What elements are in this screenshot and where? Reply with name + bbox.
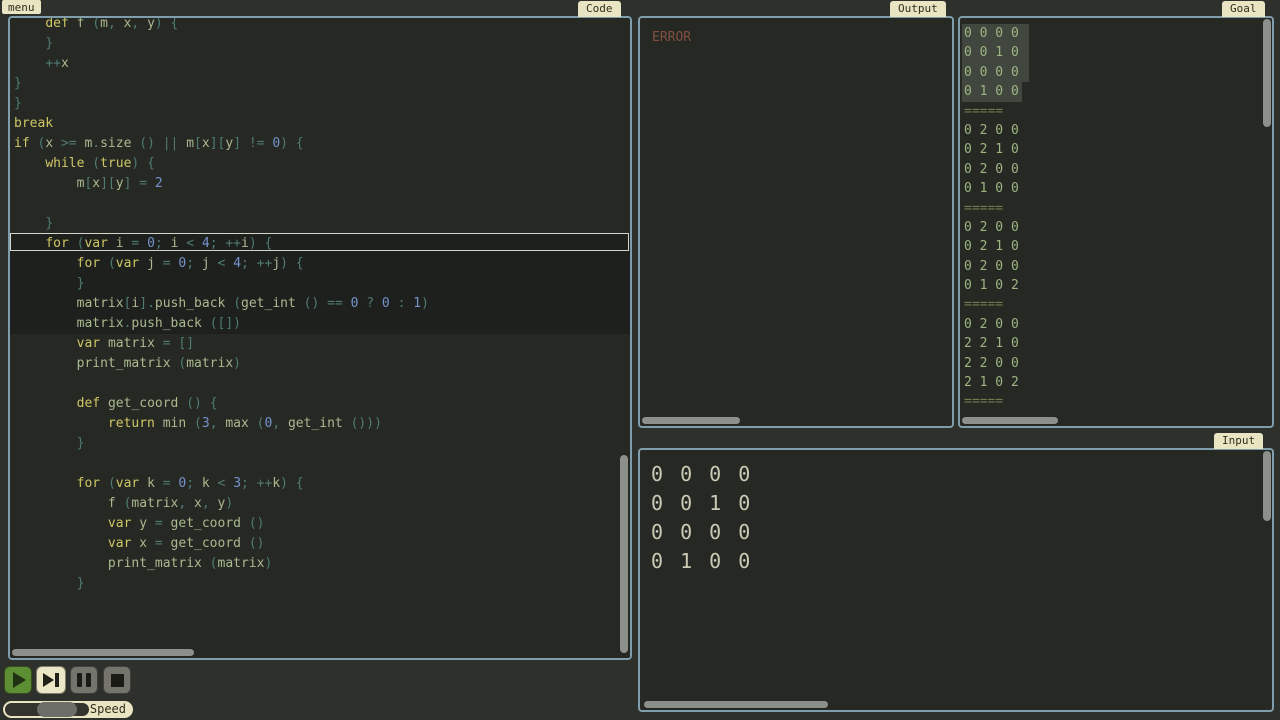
play-icon [13,672,26,688]
goal-row: 0 1 0 0 [964,82,1029,101]
tab-input: Input [1214,433,1263,449]
goal-row: 0 2 0 0 [964,218,1029,237]
goal-separator: ===== [964,295,1029,314]
code-line: } [14,34,632,54]
code-line: var matrix = [] [14,334,632,354]
code-line: f (matrix, x, y) [14,494,632,514]
goal-row: 0 0 0 0 [964,24,1029,43]
code-line: ++x [14,54,632,74]
goal-row: 0 2 0 0 [964,257,1029,276]
play-button[interactable] [4,666,32,694]
input-row: 0 0 0 0 [651,518,753,547]
input-panel: 0 0 0 00 0 1 00 0 0 00 1 0 0 [638,448,1274,712]
error-text: ERROR [652,30,691,45]
stop-icon [111,674,124,687]
goal-row: 0 2 1 0 [964,237,1029,256]
goal-row: 2 2 0 0 [964,354,1029,373]
output-horizontal-scrollbar[interactable] [642,417,740,424]
goal-separator: ===== [964,199,1029,218]
code-line: } [14,94,632,114]
input-row: 0 1 0 0 [651,547,753,576]
goal-row: 0 0 1 0 [964,43,1029,62]
goal-panel: 0 0 0 00 0 1 00 0 0 00 1 0 0=====0 2 0 0… [958,16,1274,428]
code-line: if (x >= m.size () || m[x][y] != 0) { [14,134,632,154]
code-line: for (var k = 0; k < 3; ++k) { [14,474,632,494]
current-line-outline [10,233,629,251]
code-editor[interactable]: def f (m, x, y) { } ++x}}breakif (x >= m… [14,16,632,594]
code-line: for (var j = 0; j < 4; ++j) { [14,254,632,274]
input-row: 0 0 1 0 [651,489,753,518]
code-horizontal-scrollbar[interactable] [12,649,194,656]
code-line: } [14,74,632,94]
stop-button[interactable] [103,666,131,694]
code-line: def get_coord () { [14,394,632,414]
code-line: return min (3, max (0, get_int ())) [14,414,632,434]
code-line: } [14,274,632,294]
input-row: 0 0 0 0 [651,460,753,489]
goal-separator: ===== [964,102,1029,121]
goal-row: 2 1 0 2 [964,373,1029,392]
goal-content: 0 0 0 00 0 1 00 0 0 00 1 0 0=====0 2 0 0… [964,24,1029,412]
code-line: print_matrix (matrix) [14,554,632,574]
goal-row: 0 0 0 0 [964,63,1029,82]
code-line: } [14,214,632,234]
menu-button[interactable]: menu [2,0,41,14]
input-vertical-scrollbar[interactable] [1263,451,1271,521]
code-line: var x = get_coord () [14,534,632,554]
pause-button[interactable] [70,666,98,694]
code-line: break [14,114,632,134]
code-line: m[x][y] = 2 [14,174,632,194]
speed-slider-knob[interactable] [37,702,77,717]
code-line [14,454,632,474]
code-line: while (true) { [14,154,632,174]
tab-goal: Goal [1222,1,1265,17]
goal-separator: ===== [964,392,1029,411]
goal-row: 0 1 0 2 [964,276,1029,295]
goal-row: 0 2 0 0 [964,160,1029,179]
goal-horizontal-scrollbar[interactable] [962,417,1058,424]
code-line: } [14,434,632,454]
step-forward-icon [43,673,59,687]
code-line: def f (m, x, y) { [14,16,632,34]
speed-slider-label: Speed [90,702,126,717]
input-content: 0 0 0 00 0 1 00 0 0 00 1 0 0 [651,460,753,576]
code-vertical-scrollbar[interactable] [620,455,628,653]
code-line: } [14,574,632,594]
step-button[interactable] [36,666,66,694]
output-panel: ERROR [638,16,954,428]
code-line: matrix.push_back ([]) [14,314,632,334]
code-line: var y = get_coord () [14,514,632,534]
goal-row: 0 1 0 0 [964,179,1029,198]
goal-row: 0 2 1 0 [964,140,1029,159]
code-line [14,194,632,214]
speed-slider[interactable]: Speed [3,701,133,718]
code-line [14,374,632,394]
goal-row: 0 2 0 0 [964,315,1029,334]
pause-icon [77,673,91,687]
goal-row: 2 2 1 0 [964,334,1029,353]
tab-output: Output [890,1,946,17]
input-horizontal-scrollbar[interactable] [644,701,828,708]
code-line: matrix[i].push_back (get_int () == 0 ? 0… [14,294,632,314]
goal-vertical-scrollbar[interactable] [1263,19,1271,127]
goal-row: 0 2 0 0 [964,121,1029,140]
code-panel: def f (m, x, y) { } ++x}}breakif (x >= m… [8,16,632,660]
tab-code: Code [578,1,621,17]
code-line: print_matrix (matrix) [14,354,632,374]
